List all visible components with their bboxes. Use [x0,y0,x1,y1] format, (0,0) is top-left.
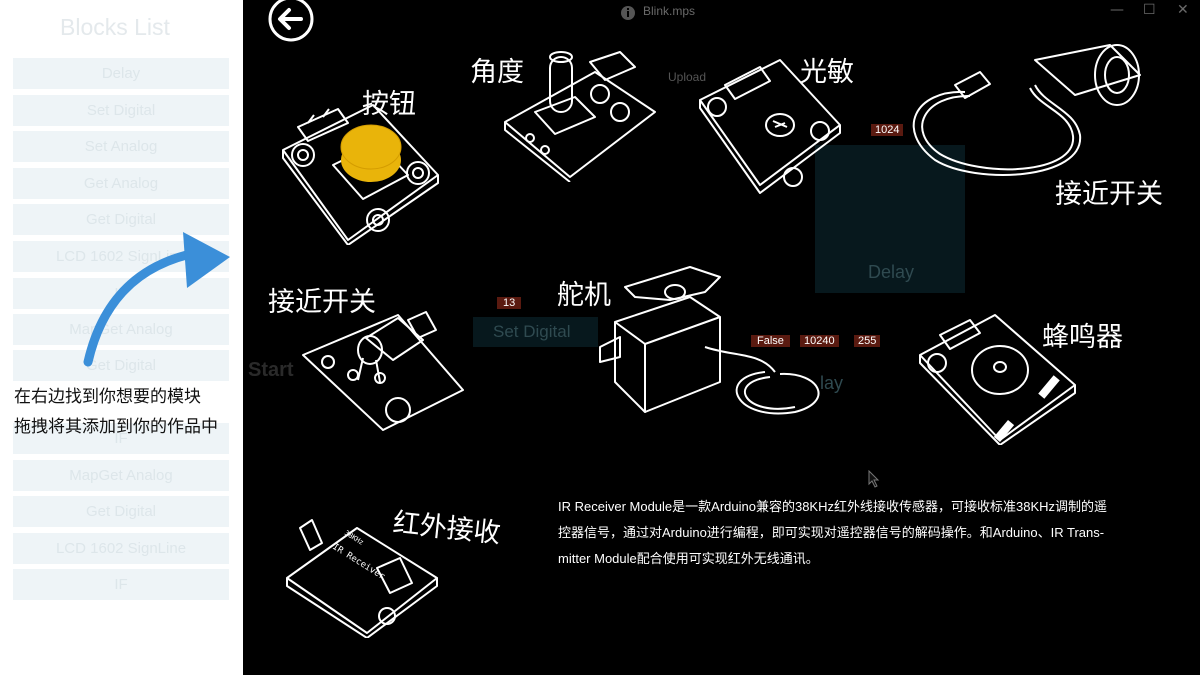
ghost-set-digital-label: Set Digital [493,322,571,341]
description-line-2: 控器信号，通过对Arduino进行编程，即可实现对遥控器信号的解码操作。和Ard… [558,525,1105,540]
mouse-cursor-icon [868,470,880,488]
hint-line-1: 在右边找到你想要的模块 [14,387,201,407]
ghost-delay-label: Delay [868,262,915,282]
back-arrow-icon[interactable] [267,0,315,42]
window-title: Blink.mps [643,4,696,18]
angle-module-label: 角度 [470,57,524,88]
description-line-1: IR Receiver Module是一款Arduino兼容的38KHz红外线接… [558,499,1108,514]
angle-module-icon[interactable] [500,42,660,182]
proximity-switch-left-label: 接近开关 [268,287,376,318]
proximity-switch-left-module-icon[interactable] [298,300,468,435]
ghost-chip-255: 255 [854,335,881,347]
light-sensor-module-label: 光敏 [800,57,854,88]
buzzer-module-label: 蜂鸣器 [1042,322,1123,353]
description-line-3: mitter Module配合使用可实现红外无线通讯。 [558,551,819,566]
servo-module-label: 舵机 [557,280,611,311]
minimize-button[interactable]: — [1110,2,1124,18]
info-icon [621,6,635,20]
blocks-list-panel: Blocks List Delay Set Digital Set Analog… [0,0,243,675]
maximize-button[interactable]: ☐ [1143,2,1156,18]
servo-module-icon[interactable] [595,262,835,422]
curved-arrow-icon [83,232,230,367]
proximity-switch-module-icon[interactable] [895,40,1185,185]
ghost-start-label: Start [248,359,294,381]
close-button[interactable]: ✕ [1177,2,1189,18]
hint-line-2: 拖拽将其添加到你的作品中 [14,417,218,437]
button-module-icon[interactable] [278,95,443,245]
module-description: IR Receiver Module是一款Arduino兼容的38KHz红外线接… [558,494,1162,572]
ghost-chip-13: 13 [497,297,522,309]
button-module-label: 按钮 [362,89,416,120]
proximity-switch-top-label: 接近开关 [1055,179,1163,210]
ir-board-label: IR Receiver [330,542,386,582]
